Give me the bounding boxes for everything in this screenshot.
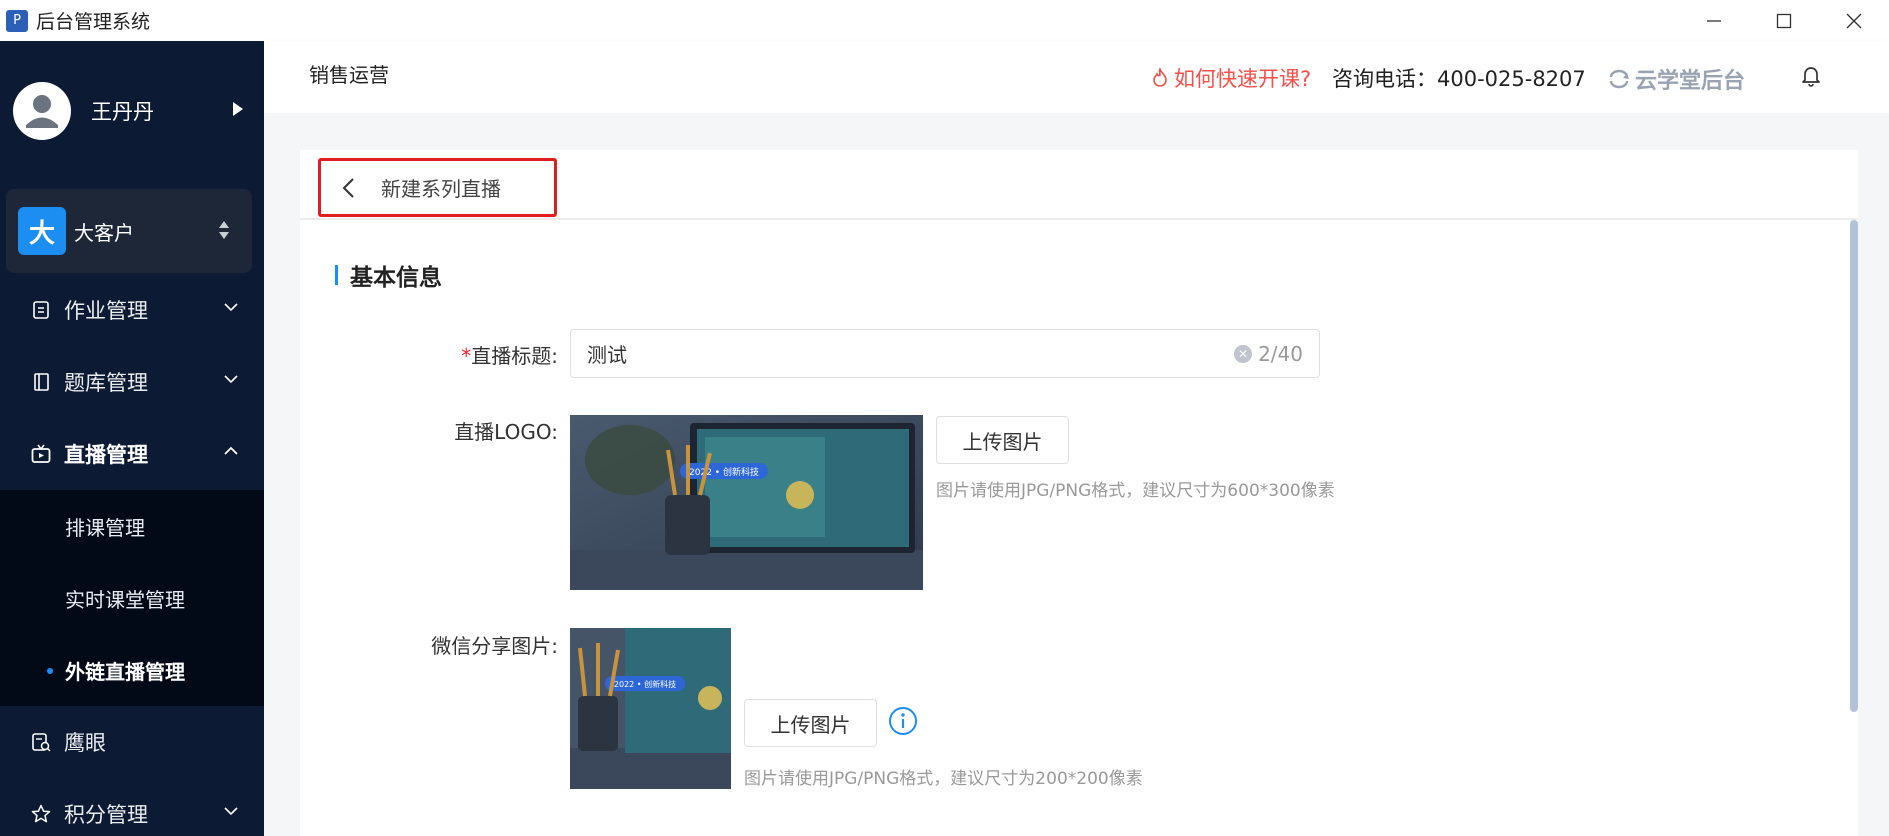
submenu-item-external-live[interactable]: 外链直播管理 [0,634,264,706]
sort-arrows-icon [219,221,229,239]
panel-header: 新建系列直播 [300,150,1858,220]
window-titlebar: P 后台管理系统 [0,0,1889,41]
top-header: 销售运营 如何快速开课? 咨询电话：400-025-8207 云学堂后台 [264,41,1889,113]
page-title: 新建系列直播 [381,177,501,201]
title-label-text: 直播标题: [471,344,558,368]
submenu-label: 外链直播管理 [65,659,185,684]
submenu-item-schedule[interactable]: 排课管理 [0,490,264,562]
menu-item-live[interactable]: 直播管理 [0,418,264,490]
brand-logo: 云学堂后台 [1607,63,1745,95]
consult-phone: 咨询电话：400-025-8207 [1332,67,1586,91]
caret-right-icon [233,102,243,116]
menu-item-question-bank[interactable]: 题库管理 [0,346,264,418]
info-icon[interactable] [888,706,918,736]
menu-label: 积分管理 [64,803,148,827]
brand-name: 云学堂后台 [1635,69,1746,94]
close-button[interactable] [1819,0,1889,41]
fire-icon [1153,68,1167,87]
menu-label: 鹰眼 [64,731,106,755]
avatar [13,82,71,140]
submenu-label: 排课管理 [65,515,145,540]
user-avatar-icon [26,95,58,128]
org-badge: 大 [18,207,66,255]
share-preview-image: 2022 • 创新科技 [570,628,731,789]
tv-icon [30,443,52,465]
image-badge-text: 2022 • 创新科技 [614,679,676,689]
quick-start-label: 如何快速开课? [1174,67,1312,91]
minimize-button[interactable] [1679,0,1749,41]
logo-hint: 图片请使用JPG/PNG格式，建议尺寸为600*300像素 [936,481,1335,501]
live-title-input[interactable]: 测试 ✕ 2/40 [570,329,1320,378]
menu-item-homework[interactable]: 作业管理 [0,274,264,346]
maximize-icon [1776,13,1792,28]
menu-label: 直播管理 [64,443,148,467]
logo-field-label: 直播LOGO: [454,420,558,444]
live-submenu: 排课管理 实时课堂管理 外链直播管理 [0,490,264,706]
submenu-label: 实时课堂管理 [65,587,185,612]
menu-label: 作业管理 [64,299,148,323]
chevron-down-icon [224,375,238,384]
share-upload-button[interactable]: 上传图片 [744,699,877,747]
org-switcher[interactable]: 大 大客户 [6,189,252,273]
close-icon [1846,13,1862,28]
window-controls [1679,0,1889,41]
clear-icon[interactable]: ✕ [1234,344,1253,363]
section-accent-bar [335,265,338,285]
chevron-up-icon [224,446,238,455]
title-field-label: *直播标题: [338,340,558,369]
document-icon [30,299,52,321]
minimize-icon [1707,19,1721,22]
refresh-cloud-icon [1609,69,1629,89]
section-title-text: 基本信息 [350,265,442,291]
menu-item-points[interactable]: 积分管理 [0,778,264,836]
scrollbar-thumb[interactable] [1850,220,1858,712]
live-title-value: 测试 [587,343,627,367]
chevron-left-icon [342,177,354,198]
share-hint: 图片请使用JPG/PNG格式，建议尺寸为200*200像素 [744,769,1143,789]
chevron-down-icon [224,807,238,816]
org-name: 大客户 [74,220,134,245]
bell-icon [1802,67,1820,87]
active-dot [47,668,53,674]
report-icon [30,731,52,753]
app-icon: P [6,9,28,32]
quick-start-link[interactable]: 如何快速开课? [1152,63,1311,93]
star-icon [30,803,52,825]
sidebar: 王丹丹 大 大客户 作业管理 题库管理 直播管理 排课管理 实时课堂管理 外链直… [0,41,264,836]
share-field-label: 微信分享图片: [431,634,558,658]
logo-upload-button[interactable]: 上传图片 [936,416,1069,464]
window-title: 后台管理系统 [36,11,151,33]
maximize-button[interactable] [1749,0,1819,41]
menu-item-eagle-eye[interactable]: 鹰眼 [0,706,264,778]
chevron-down-icon [224,303,238,312]
required-mark: * [461,344,472,368]
logo-preview-image: 2022 • 创新科技 [570,415,923,590]
breadcrumb: 销售运营 [309,63,389,87]
menu-label: 题库管理 [64,371,148,395]
user-profile[interactable]: 王丹丹 [0,71,264,151]
notification-button[interactable] [1801,65,1821,91]
scrollbar[interactable] [1850,220,1858,836]
submenu-item-realtime-class[interactable]: 实时课堂管理 [0,562,264,634]
section-title: 基本信息 [335,258,442,292]
char-count: 2/40 [1258,341,1303,366]
back-header-highlight[interactable]: 新建系列直播 [318,158,557,217]
form-panel: 新建系列直播 基本信息 *直播标题: 测试 ✕ 2/40 直播LOGO: 202… [300,150,1858,836]
image-badge-text: 2022 • 创新科技 [689,466,759,478]
user-name: 王丹丹 [91,100,154,124]
book-icon [30,371,52,393]
